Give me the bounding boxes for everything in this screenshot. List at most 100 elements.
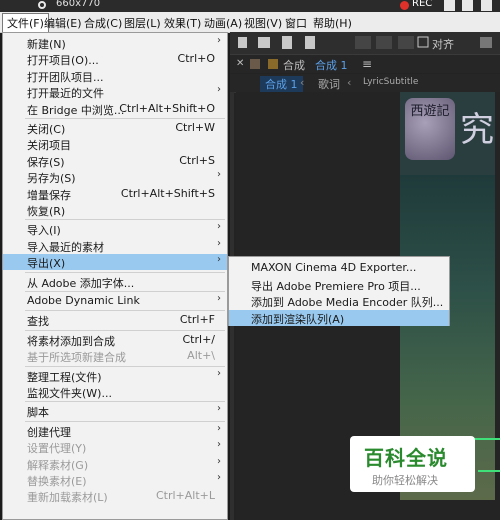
- pin-tool-icon[interactable]: [305, 36, 315, 49]
- menu-separator: [25, 291, 225, 292]
- menu-edit[interactable]: 编辑(E): [44, 15, 82, 31]
- submenu-arrow-icon: ›: [217, 293, 221, 304]
- file-menu-item[interactable]: 打开项目(O)... Ctrl+O: [3, 51, 227, 67]
- menu-item-label: 将素材添加到合成: [27, 334, 115, 348]
- file-menu-item[interactable]: Adobe Dynamic Link ›: [3, 293, 227, 309]
- menu-item-shortcut: Alt+\: [187, 349, 215, 363]
- file-menu-item[interactable]: 替换素材(E) ›: [3, 472, 227, 488]
- tools-panel: 对齐: [230, 32, 500, 55]
- submenu-item-label: 导出 Adobe Premiere Pro 项目...: [251, 279, 421, 293]
- close-tab-icon[interactable]: ✕: [236, 58, 244, 69]
- watermark-subtitle: 助你轻松解决: [372, 474, 438, 487]
- menu-help[interactable]: 帮助(H): [313, 15, 352, 31]
- submenu-arrow-icon: ›: [217, 237, 221, 249]
- file-menu-item[interactable]: 解释素材(G) ›: [3, 456, 227, 472]
- menu-separator: [25, 420, 225, 422]
- menu-separator: [25, 219, 225, 221]
- menu-item-label: 解释素材(G): [27, 458, 89, 472]
- axis-view-icon[interactable]: [398, 36, 414, 49]
- file-menu-item[interactable]: 关闭项目: [3, 136, 227, 152]
- file-menu-item[interactable]: 另存为(S) ›: [3, 169, 227, 185]
- menu-layer[interactable]: 图层(L): [124, 15, 161, 31]
- file-menu-item[interactable]: 整理工程(文件) ›: [3, 368, 227, 384]
- file-menu-item[interactable]: 打开最近的文件 ›: [3, 84, 227, 100]
- export-submenu-item[interactable]: 导出 Adobe Premiere Pro 项目...: [229, 277, 449, 293]
- axis-world-icon[interactable]: [376, 36, 392, 49]
- file-menu-item[interactable]: 导出(X) ›: [3, 254, 227, 271]
- menu-item-shortcut: Ctrl+S: [179, 153, 215, 167]
- axis-mode-icon[interactable]: [355, 36, 371, 49]
- close-icon[interactable]: [481, 0, 492, 11]
- panel-options-icon[interactable]: [480, 37, 492, 48]
- camera-icon[interactable]: [444, 0, 455, 11]
- export-submenu-item[interactable]: 添加到 Adobe Media Encoder 队列...: [229, 293, 449, 309]
- file-menu-item[interactable]: 基于所选项新建合成 Alt+\: [3, 348, 227, 364]
- menu-item-shortcut: Ctrl+F: [179, 313, 215, 327]
- submenu-item-label: 添加到渲染队列(A): [251, 312, 345, 326]
- export-submenu-item[interactable]: MAXON Cinema 4D Exporter...: [229, 260, 449, 276]
- file-menu-item[interactable]: 增量保存 Ctrl+Alt+Shift+S: [3, 186, 227, 202]
- nav-arrow-icon: ‹: [300, 76, 305, 89]
- submenu-arrow-icon: ›: [217, 169, 221, 181]
- menu-item-label: 替换素材(E): [27, 475, 87, 488]
- pen-tool-icon[interactable]: [238, 37, 247, 48]
- menu-file[interactable]: 文件(F): [2, 13, 49, 33]
- menu-view[interactable]: 视图(V): [244, 15, 282, 31]
- menu-separator: [25, 271, 225, 273]
- submenu-item-label: MAXON Cinema 4D Exporter...: [251, 261, 417, 274]
- menu-item-label: 重新加载素材(L): [27, 491, 108, 505]
- menu-composition[interactable]: 合成(C): [84, 15, 122, 31]
- menu-item-shortcut: Ctrl+Alt+Shift+S: [120, 186, 215, 200]
- puppet-tool-icon[interactable]: [282, 36, 292, 49]
- pencil-icon[interactable]: [462, 0, 473, 11]
- lock-icon[interactable]: [250, 59, 260, 69]
- file-menu-item[interactable]: 监视文件夹(W)...: [3, 384, 227, 400]
- file-menu-item[interactable]: 导入最近的素材 ›: [3, 238, 227, 254]
- menu-effect[interactable]: 效果(T): [164, 15, 201, 31]
- file-menu-item[interactable]: 重新加载素材(L) Ctrl+Alt+L: [3, 488, 227, 504]
- watermark-badge: 百科全说 助你轻松解决: [350, 436, 475, 492]
- submenu-arrow-icon: ›: [217, 84, 221, 96]
- menu-window[interactable]: 窗口: [285, 15, 307, 31]
- menu-separator: [25, 401, 225, 403]
- submenu-arrow-icon: ›: [217, 403, 221, 415]
- submenu-item-label: 添加到 Adobe Media Encoder 队列...: [251, 296, 444, 309]
- file-menu-item[interactable]: 查找 Ctrl+F: [3, 312, 227, 328]
- record-icon[interactable]: [400, 1, 409, 10]
- eraser-tool-icon[interactable]: [258, 37, 270, 48]
- file-menu-item[interactable]: 将素材添加到合成 Ctrl+/: [3, 332, 227, 348]
- menu-separator: [25, 118, 225, 119]
- nav-lyric-subtitle[interactable]: LyricSubtitle: [363, 77, 418, 87]
- menu-item-label: 打开团队项目...: [27, 70, 104, 84]
- file-menu-item[interactable]: 关闭(C) Ctrl+W: [3, 120, 227, 136]
- menu-item-shortcut: Ctrl+/: [182, 332, 216, 346]
- file-menu-item[interactable]: 导入(I) ›: [3, 221, 227, 237]
- rec-label[interactable]: REC: [412, 0, 432, 9]
- snap-checkbox[interactable]: [417, 36, 429, 48]
- capture-toolbar: 660x770 REC: [0, 0, 500, 12]
- menu-item-label: 关闭(C): [27, 123, 66, 136]
- search-icon[interactable]: [38, 1, 46, 9]
- tab-comp-1[interactable]: 合成 1: [315, 57, 348, 73]
- file-menu-item[interactable]: 恢复(R): [3, 202, 227, 218]
- menu-item-label: 查找: [27, 315, 49, 329]
- file-menu-item[interactable]: 脚本 ›: [3, 403, 227, 419]
- nav-lyrics[interactable]: 歌词: [318, 76, 340, 92]
- composition-tabs: ✕ 合成 合成 1 ≡: [230, 55, 500, 73]
- file-menu-item[interactable]: 新建(N) ›: [3, 35, 227, 51]
- menu-separator: [25, 329, 225, 331]
- menu-item-label: 导出(X): [27, 257, 66, 271]
- tab-menu-icon[interactable]: ≡: [362, 57, 372, 71]
- menu-item-label: 另存为(S): [27, 172, 76, 186]
- nav-comp-1[interactable]: 合成 1: [260, 76, 303, 92]
- file-menu-item[interactable]: 创建代理 ›: [3, 423, 227, 439]
- menu-item-label: 新建(N): [27, 38, 66, 51]
- export-submenu-item[interactable]: 添加到渲染队列(A): [229, 309, 449, 326]
- file-menu-item[interactable]: 从 Adobe 添加字体...: [3, 274, 227, 290]
- file-menu-item[interactable]: 保存(S) Ctrl+S: [3, 153, 227, 169]
- menu-item-label: Adobe Dynamic Link: [27, 294, 140, 307]
- file-menu-item[interactable]: 设置代理(Y) ›: [3, 439, 227, 455]
- menu-animation[interactable]: 动画(A): [204, 15, 242, 31]
- file-menu-item[interactable]: 打开团队项目...: [3, 68, 227, 84]
- file-menu-item[interactable]: 在 Bridge 中浏览... Ctrl+Alt+Shift+O: [3, 101, 227, 117]
